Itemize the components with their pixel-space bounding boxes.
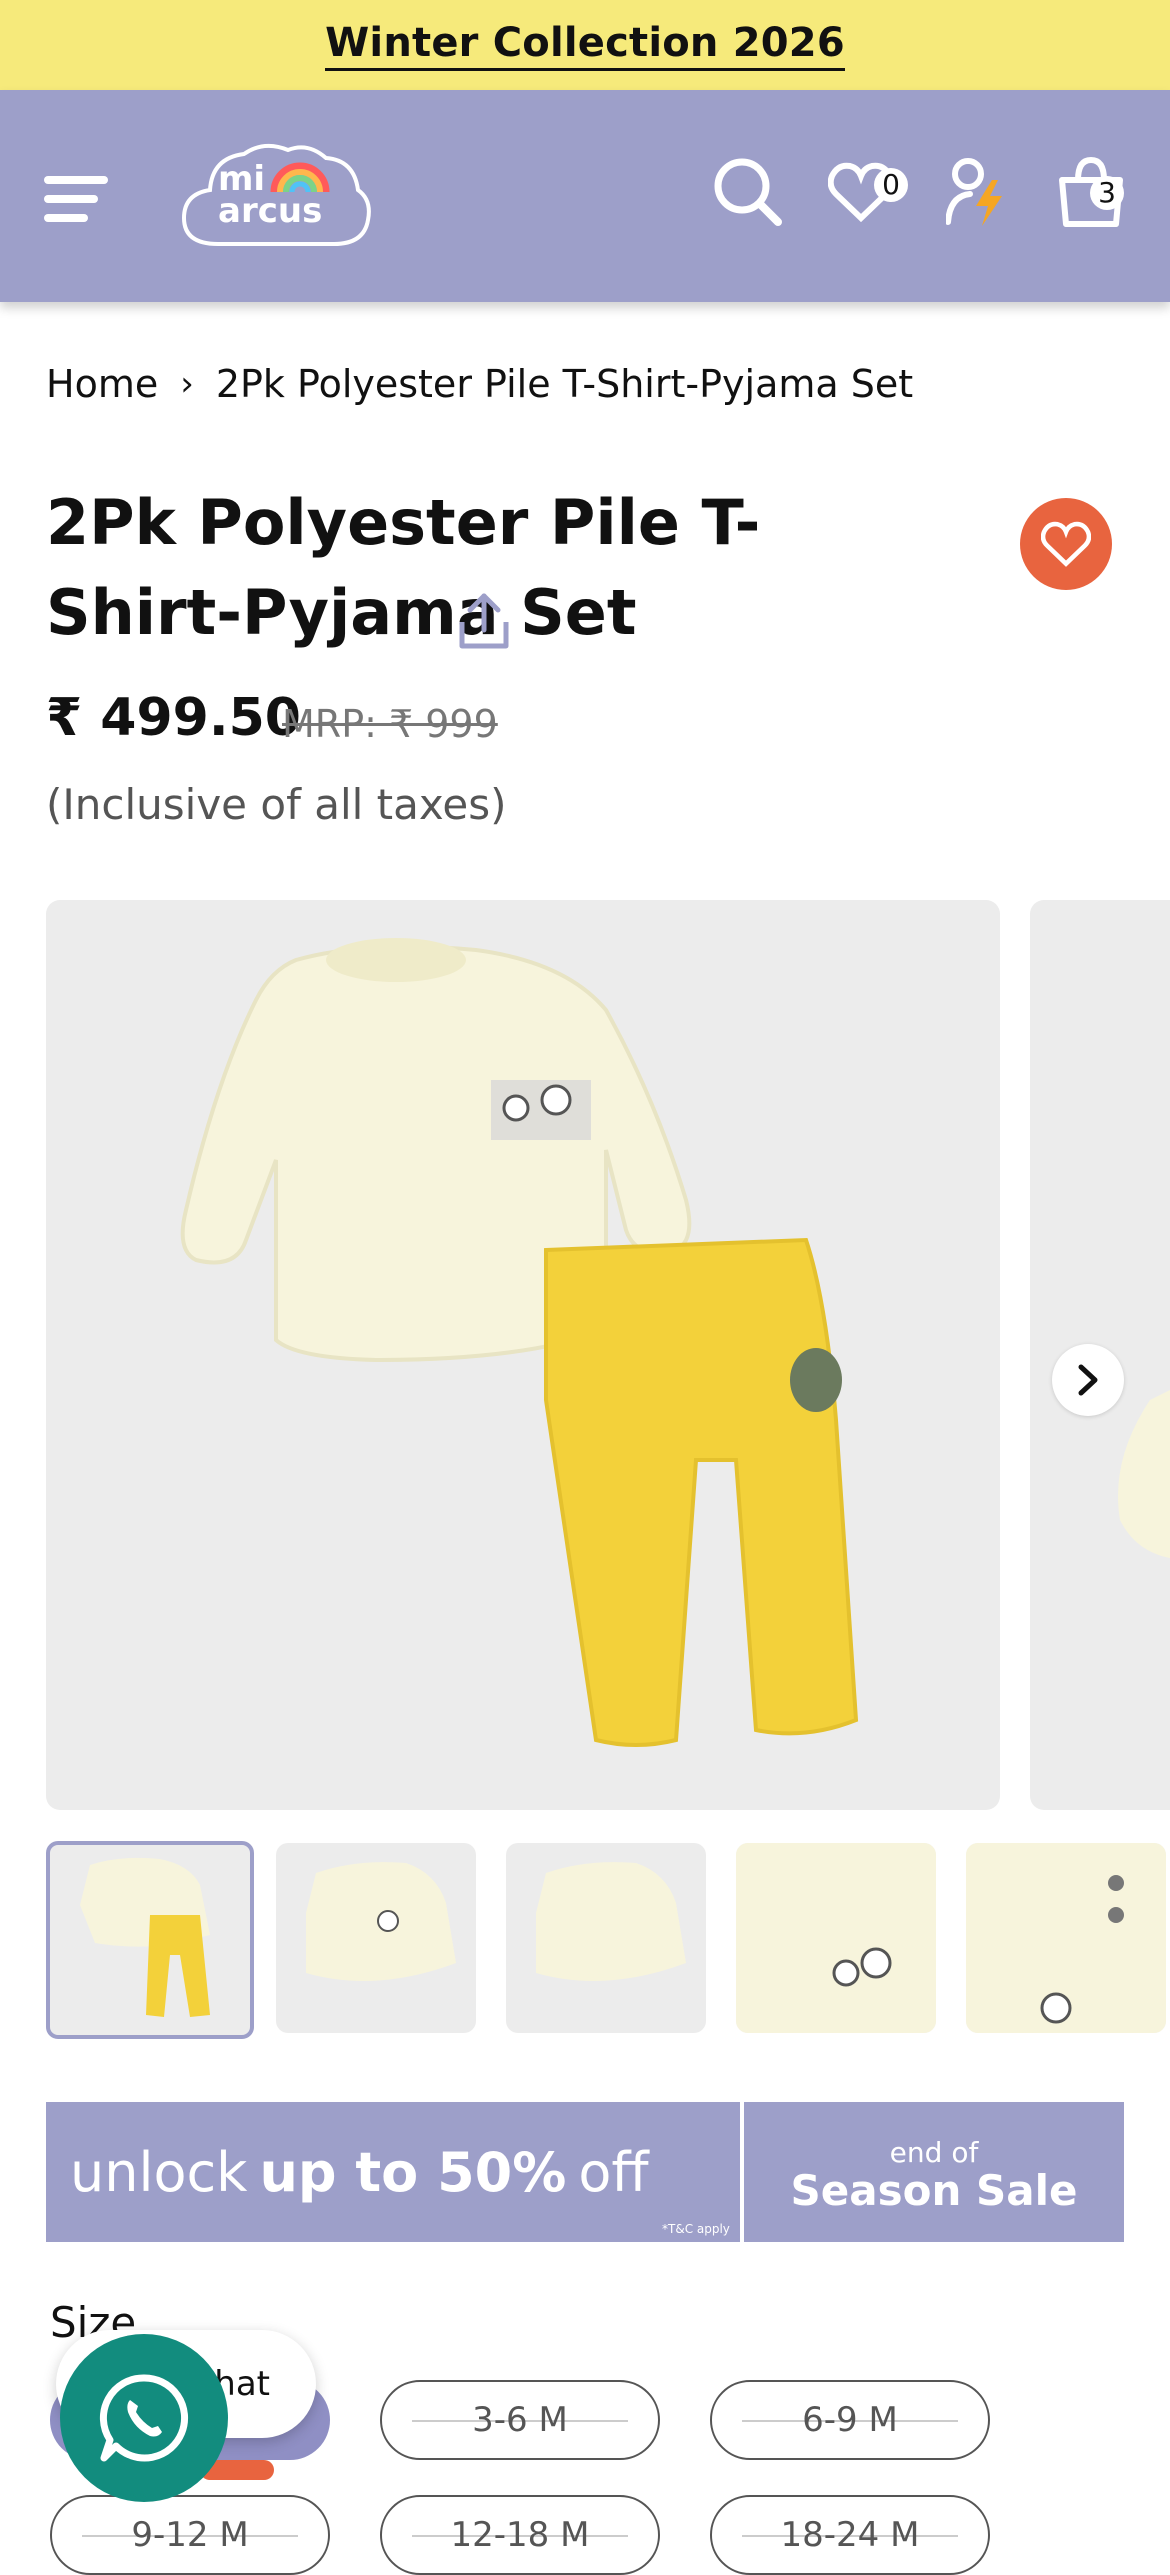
size-option-label: 3-6 M (472, 2400, 568, 2440)
promo-banner[interactable]: unlock up to 50% off *T&C apply end of S… (46, 2102, 1124, 2242)
promo-discount-text: up to 50% (259, 2140, 567, 2204)
sale-price: ₹ 499.50 (46, 688, 301, 748)
tax-note: (Inclusive of all taxes) (46, 780, 507, 829)
breadcrumb-home[interactable]: Home (46, 362, 158, 406)
size-option-9-12m[interactable]: 9-12 M (50, 2495, 330, 2575)
next-image-button[interactable] (1052, 1344, 1124, 1416)
menu-icon[interactable] (44, 174, 108, 228)
search-icon[interactable] (712, 156, 784, 232)
whatsapp-button[interactable] (60, 2334, 228, 2502)
heart-icon (1041, 521, 1091, 567)
wishlist-count-badge: 0 (874, 168, 908, 202)
size-option-label: 6-9 M (802, 2400, 898, 2440)
size-option-3-6m[interactable]: 3-6 M (380, 2380, 660, 2460)
chevron-right-icon: › (180, 364, 194, 404)
logo-text-top: mi (218, 159, 266, 199)
promo-off-text: off (578, 2140, 649, 2204)
size-option-label: 18-24 M (780, 2515, 920, 2555)
thumbnail-2[interactable] (276, 1843, 476, 2033)
promo-banner-left: unlock up to 50% off (46, 2102, 740, 2242)
site-header: mi arcus 0 3 (0, 90, 1170, 302)
promo-end-of: end of (889, 2136, 979, 2169)
whatsapp-icon (99, 2374, 189, 2462)
announcement-text[interactable]: Winter Collection 2026 (325, 20, 845, 71)
share-icon[interactable] (456, 592, 512, 654)
announcement-bar[interactable]: Winter Collection 2026 (0, 0, 1170, 90)
size-option-18-24m[interactable]: 18-24 M (710, 2495, 990, 2575)
size-option-12-18m[interactable]: 12-18 M (380, 2495, 660, 2575)
promo-terms: *T&C apply (662, 2222, 730, 2236)
thumbnail-3[interactable] (506, 1843, 706, 2033)
account-icon[interactable] (945, 156, 1006, 230)
promo-banner-right: end of Season Sale (744, 2102, 1124, 2242)
cart-count-badge: 3 (1090, 176, 1124, 210)
size-option-label: 12-18 M (450, 2515, 590, 2555)
breadcrumb-current: 2Pk Polyester Pile T-Shirt-Pyjama Set (215, 362, 914, 406)
size-option-label: 9-12 M (131, 2515, 249, 2555)
promo-unlock-text: unlock (70, 2140, 248, 2204)
add-to-wishlist-button[interactable] (1020, 498, 1112, 590)
size-option-6-9m[interactable]: 6-9 M (710, 2380, 990, 2460)
chevron-right-icon (1078, 1364, 1098, 1396)
thumbnail-4[interactable] (736, 1843, 936, 2033)
promo-season-sale: Season Sale (790, 2166, 1078, 2215)
brand-logo[interactable]: mi arcus (178, 140, 374, 252)
thumbnail-1[interactable] (46, 1841, 254, 2039)
logo-text-bottom: arcus (218, 191, 323, 231)
mrp-price: MRP: ₹ 999 (282, 702, 498, 746)
thumbnail-5[interactable] (966, 1843, 1166, 2033)
breadcrumb: Home › 2Pk Polyester Pile T-Shirt-Pyjama… (46, 362, 913, 406)
product-image-main[interactable] (46, 900, 1000, 1810)
